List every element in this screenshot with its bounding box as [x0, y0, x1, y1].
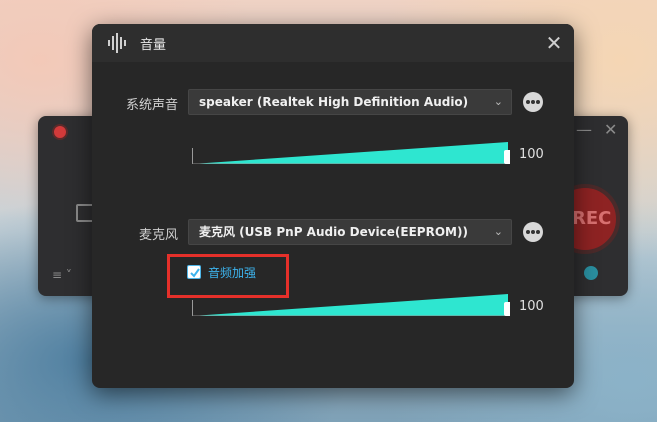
- microphone-volume-slider[interactable]: [192, 292, 510, 316]
- system-audio-device-value: speaker (Realtek High Definition Audio): [199, 95, 469, 109]
- microphone-device-value: 麦克风 (USB PnP Audio Device(EEPROM)): [199, 225, 468, 239]
- microphone-volume-thumb[interactable]: [504, 302, 510, 316]
- dialog-title: 音量: [140, 38, 167, 53]
- system-audio-volume-value: 100: [519, 147, 544, 162]
- system-audio-volume-thumb[interactable]: [504, 150, 510, 164]
- microphone-volume-value: 100: [519, 299, 544, 314]
- system-audio-volume-fill: [192, 142, 508, 164]
- dialog-titlebar: 音量 ✕: [92, 24, 574, 62]
- chevron-down-icon: ⌄: [493, 95, 503, 108]
- list-icon[interactable]: ≡ ˅: [52, 268, 72, 282]
- microphone-label: 麦克风: [138, 228, 178, 243]
- system-audio-more-button[interactable]: [523, 92, 543, 112]
- close-icon[interactable]: ✕: [604, 122, 617, 138]
- recorder-logo-icon: [52, 124, 68, 140]
- chevron-down-icon: ⌄: [493, 225, 503, 238]
- rec-label: REC: [572, 208, 612, 229]
- microphone-more-button[interactable]: [523, 222, 543, 242]
- microphone-device-select[interactable]: 麦克风 (USB PnP Audio Device(EEPROM)) ⌄: [188, 219, 512, 245]
- system-audio-device-select[interactable]: speaker (Realtek High Definition Audio) …: [188, 89, 512, 115]
- volume-dialog: 音量 ✕ 系统声音 speaker (Realtek High Definiti…: [92, 24, 574, 388]
- close-button[interactable]: ✕: [542, 31, 566, 55]
- close-icon: ✕: [545, 31, 563, 55]
- microphone-volume-fill: [192, 294, 508, 316]
- system-audio-label: 系统声音: [125, 98, 178, 113]
- system-audio-volume-slider[interactable]: [192, 140, 510, 164]
- audio-wave-icon: [108, 33, 126, 53]
- timer-icon[interactable]: [584, 266, 598, 280]
- minimize-icon[interactable]: —: [576, 122, 592, 138]
